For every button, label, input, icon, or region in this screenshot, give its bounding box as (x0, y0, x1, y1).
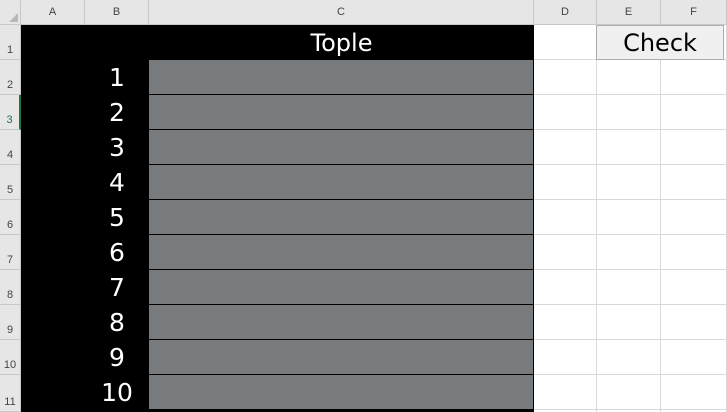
row-header-8[interactable]: 8 (0, 270, 21, 305)
column-header-d[interactable]: D (534, 0, 597, 25)
answer-cell-2[interactable] (149, 95, 533, 130)
gridline (660, 25, 661, 412)
answer-cell-10[interactable] (149, 375, 533, 410)
number-cell-6[interactable]: 6 (85, 235, 149, 270)
number-cell-3[interactable]: 3 (85, 130, 149, 165)
row-header-1[interactable]: 1 (0, 25, 21, 60)
answer-cell-8[interactable] (149, 305, 533, 340)
number-cell-5[interactable]: 5 (85, 200, 149, 235)
gridline (534, 94, 727, 95)
row-header-3[interactable]: 3 (0, 95, 21, 130)
number-cell-1[interactable]: 1 (85, 60, 149, 95)
gridline (534, 409, 727, 410)
select-all-corner[interactable] (0, 0, 21, 25)
row-header-5[interactable]: 5 (0, 165, 21, 200)
gridline (534, 129, 727, 130)
select-all-triangle-icon (9, 13, 18, 22)
column-header-e[interactable]: E (597, 0, 661, 25)
check-button[interactable]: Check (596, 25, 724, 60)
row-header-7[interactable]: 7 (0, 235, 21, 270)
gridline (534, 374, 727, 375)
answer-cell-3[interactable] (149, 130, 533, 165)
answer-cell-1[interactable] (149, 60, 533, 95)
number-cell-7[interactable]: 7 (85, 270, 149, 305)
number-cell-10[interactable]: 10 (85, 375, 149, 410)
number-cell-9[interactable]: 9 (85, 340, 149, 375)
number-cell-8[interactable]: 8 (85, 305, 149, 340)
answer-cell-7[interactable] (149, 270, 533, 305)
number-cell-4[interactable]: 4 (85, 165, 149, 200)
answer-cell-9[interactable] (149, 340, 533, 375)
gridline (534, 339, 727, 340)
title-cell[interactable]: Tople (149, 25, 534, 60)
answer-cell-4[interactable] (149, 165, 533, 200)
gridline (534, 164, 727, 165)
row-header-2[interactable]: 2 (0, 60, 21, 95)
answer-cell-6[interactable] (149, 235, 533, 270)
gridline (534, 234, 727, 235)
gridline (534, 199, 727, 200)
column-header-c[interactable]: C (149, 0, 534, 25)
column-header-a[interactable]: A (21, 0, 85, 25)
row-header-9[interactable]: 9 (0, 305, 21, 340)
gridline (534, 304, 727, 305)
column-header-b[interactable]: B (85, 0, 149, 25)
row-header-4[interactable]: 4 (0, 130, 21, 165)
spreadsheet-grid: A B C D E F 1 2 3 4 5 6 7 8 9 10 11 Topl… (0, 0, 727, 412)
row-header-10[interactable]: 10 (0, 340, 21, 375)
answer-cell-5[interactable] (149, 200, 533, 235)
number-cell-2[interactable]: 2 (85, 95, 149, 130)
row-header-6[interactable]: 6 (0, 200, 21, 235)
gridline (596, 25, 597, 412)
gridline (534, 269, 727, 270)
column-header-f[interactable]: F (661, 0, 727, 25)
row-header-11[interactable]: 11 (0, 375, 21, 412)
